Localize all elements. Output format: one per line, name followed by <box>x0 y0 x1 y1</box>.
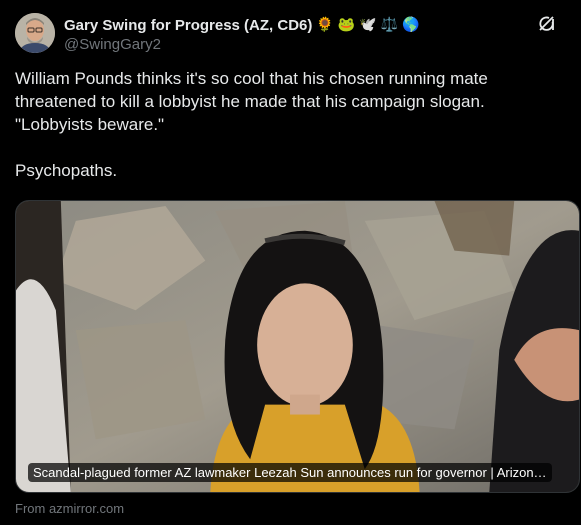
dove-emoji-icon: 🕊️ <box>359 17 377 33</box>
link-card-title: Scandal-plagued former AZ lawmaker Leeza… <box>28 463 552 482</box>
tweet-text: William Pounds thinks it's so cool that … <box>15 69 488 180</box>
display-name[interactable]: Gary Swing for Progress (AZ, CD6) <box>64 17 312 34</box>
scales-emoji-icon: ⚖️ <box>380 17 399 33</box>
link-source[interactable]: From azmirror.com <box>15 501 124 516</box>
link-card[interactable]: Scandal-plagued former AZ lawmaker Leeza… <box>15 200 580 493</box>
author-block: Gary Swing for Progress (AZ, CD6) 🌻 🐸 🕊️… <box>64 15 521 54</box>
grok-icon[interactable] <box>537 14 557 34</box>
user-handle[interactable]: @SwingGary2 <box>64 36 521 53</box>
frog-emoji-icon: 🐸 <box>337 17 356 33</box>
globe-emoji-icon: 🌎 <box>402 17 420 33</box>
name-row: Gary Swing for Progress (AZ, CD6) 🌻 🐸 🕊️… <box>64 15 521 35</box>
link-card-image <box>16 201 579 492</box>
tweet: Gary Swing for Progress (AZ, CD6) 🌻 🐸 🕊️… <box>0 0 581 525</box>
sunflower-emoji-icon: 🌻 <box>316 17 334 33</box>
avatar[interactable] <box>15 13 55 53</box>
